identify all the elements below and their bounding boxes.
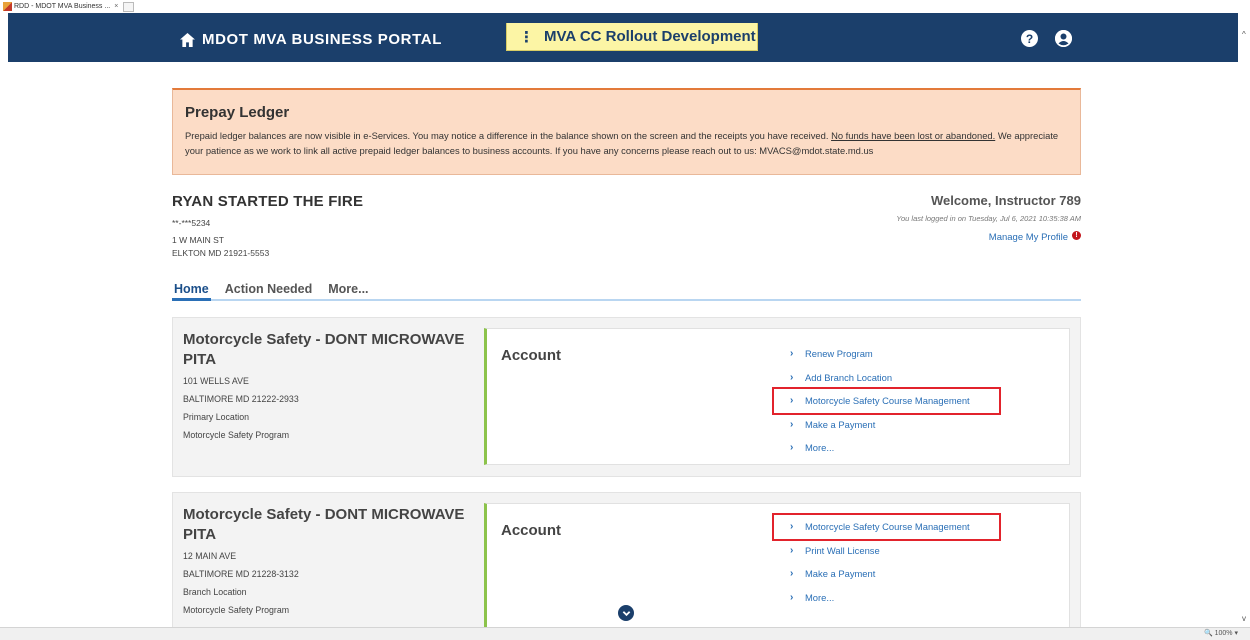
chevron-right-icon: › [790,371,794,383]
business-address-line2: ELKTON MD 21921-5553 [172,248,270,258]
more-link[interactable]: › More... [787,436,999,460]
alert-title: Prepay Ledger [185,104,290,121]
location-name: Motorcycle Safety - DONT MICROWAVE PITA [183,505,483,545]
new-tab-button[interactable] [123,1,135,12]
chevron-right-icon: › [790,521,794,533]
link-label: Motorcycle Safety Course Management [805,521,970,533]
scroll-down-arrow-icon[interactable]: v [1242,614,1246,623]
link-label: More... [805,442,835,454]
renew-program-link[interactable]: › Renew Program [787,342,999,366]
location-name: Motorcycle Safety - DONT MICROWAVE PITA [183,330,483,370]
environment-banner: ⋮ MVA CC Rollout Development [506,23,758,51]
scroll-up-arrow-icon[interactable]: ^ [1242,30,1246,39]
manage-profile-link[interactable]: Manage My Profile ! [988,230,1081,243]
location-program: Motorcycle Safety Program [183,430,290,440]
account-links: › Motorcycle Safety Course Management › Pr… [772,513,1001,610]
account-card-1: Motorcycle Safety - DONT MICROWAVE PITA … [172,317,1081,477]
location-type: Branch Location [183,587,247,597]
location-address-line1: 12 MAIN AVE [183,551,237,561]
account-links: › Renew Program › Add Branch Location › Mot… [772,342,1001,460]
location-name-line1: Motorcycle Safety - DONT MICROWAVE [183,506,465,523]
print-wall-license-link[interactable]: › Print Wall License [787,539,999,563]
top-navbar: MDOT MVA BUSINESS PORTAL ⋮ MVA CC Rollou… [8,13,1238,62]
motorcycle-safety-course-management-link[interactable]: › Motorcycle Safety Course Management [772,387,1001,415]
more-link[interactable]: › More... [787,586,999,610]
make-a-payment-link[interactable]: › Make a Payment [787,413,999,437]
environment-label: MVA CC Rollout Development [544,28,756,45]
location-type: Primary Location [183,412,250,422]
user-account-icon[interactable] [1055,30,1072,47]
chevron-right-icon: › [790,568,794,580]
account-panel: Account › Renew Program › Add Branch Locat… [484,328,1070,465]
chevron-right-icon: › [790,442,794,454]
link-label: Motorcycle Safety Course Management [805,395,970,407]
add-branch-location-link[interactable]: › Add Branch Location [787,366,999,390]
help-icon[interactable]: ? [1021,30,1038,47]
motorcycle-safety-course-management-link[interactable]: › Motorcycle Safety Course Management [772,513,1001,541]
link-label: Add Branch Location [805,371,893,383]
alert-body-underlined: No funds have been lost or abandoned. [831,130,996,141]
account-panel: Account › Motorcycle Safety Course Manage… [484,503,1070,633]
kebab-icon: ⋮ [519,28,534,46]
chevron-right-icon: › [790,418,794,430]
alert-body-text: Prepaid ledger balances are now visible … [185,130,832,141]
chevron-right-icon: › [790,348,794,360]
scroll-down-chevron-icon[interactable] [618,605,634,621]
alert-body: Prepaid ledger balances are now visible … [185,128,1070,158]
business-address-line1: 1 W MAIN ST [172,235,224,245]
status-bar: 🔍 100% ▾ [0,627,1250,640]
business-masked-id: **-***5234 [172,218,211,228]
tab-action-needed[interactable]: Action Needed [223,280,315,299]
last-login-text: You last logged in on Tuesday, Jul 6, 20… [896,214,1081,223]
home-icon [180,32,195,47]
link-label: Renew Program [805,348,873,360]
location-name-line2: PITA [183,351,217,368]
chevron-right-icon: › [790,395,794,407]
brand-link[interactable]: MDOT MVA BUSINESS PORTAL [180,31,442,48]
brand-title: MDOT MVA BUSINESS PORTAL [202,31,442,48]
browser-tab-title: RDD - MDOT MVA Business ... [14,3,111,10]
account-title: Account [501,522,561,539]
chevron-right-icon: › [790,591,794,603]
location-address-line2: BALTIMORE MD 21222-2933 [183,394,299,404]
main-tabs: Home Action Needed More... [172,280,1081,301]
browser-tab-strip: RDD - MDOT MVA Business ... × [0,0,1250,13]
browser-tab[interactable]: RDD - MDOT MVA Business ... × [3,0,122,13]
favicon-icon [3,2,12,11]
location-name-line1: Motorcycle Safety - DONT MICROWAVE [183,331,465,348]
link-label: Print Wall License [805,544,880,556]
location-name-line2: PITA [183,526,217,543]
business-name: RYAN STARTED THE FIRE [172,193,364,210]
close-tab-icon[interactable]: × [114,3,118,10]
alert-badge-icon: ! [1072,230,1081,240]
tab-home[interactable]: Home [172,280,211,301]
location-address-line2: BALTIMORE MD 21228-3132 [183,569,299,579]
zoom-level[interactable]: 🔍 100% ▾ [1204,629,1238,637]
location-program: Motorcycle Safety Program [183,605,290,615]
location-info: Motorcycle Safety - DONT MICROWAVE PITA … [183,318,483,444]
account-title: Account [501,347,561,364]
tab-more[interactable]: More... [326,280,370,299]
link-label: More... [805,591,835,603]
location-info: Motorcycle Safety - DONT MICROWAVE PITA … [183,493,483,619]
location-address-line1: 101 WELLS AVE [183,376,249,386]
link-label: Make a Payment [805,568,876,580]
chevron-right-icon: › [790,544,794,556]
welcome-message: Welcome, Instructor 789 [930,193,1081,208]
manage-profile-label: Manage My Profile [988,232,1068,243]
prepay-ledger-alert: Prepay Ledger Prepaid ledger balances ar… [172,88,1081,175]
link-label: Make a Payment [805,418,876,430]
make-a-payment-link[interactable]: › Make a Payment [787,562,999,586]
